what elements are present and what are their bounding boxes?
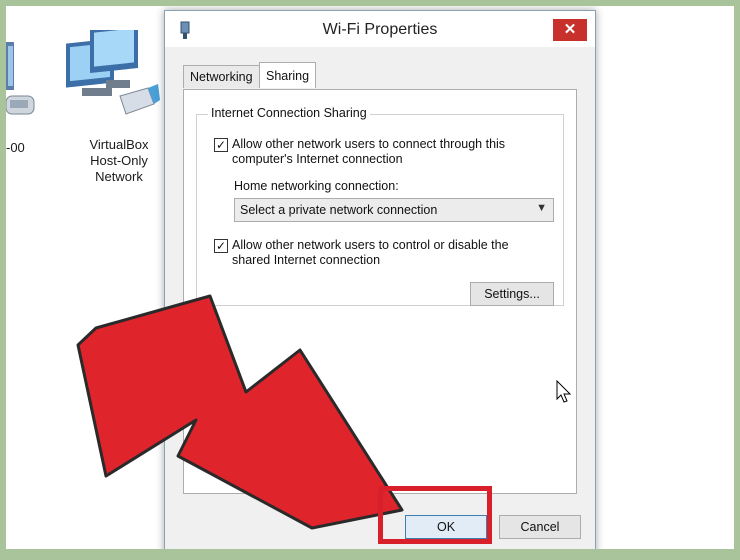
red-pointer-arrow-icon	[0, 0, 740, 560]
ok-highlight-box	[378, 486, 492, 544]
watermark-part2: How	[705, 534, 732, 549]
wikihow-watermark: wikiHow	[681, 534, 732, 549]
watermark-part1: wiki	[681, 534, 706, 549]
